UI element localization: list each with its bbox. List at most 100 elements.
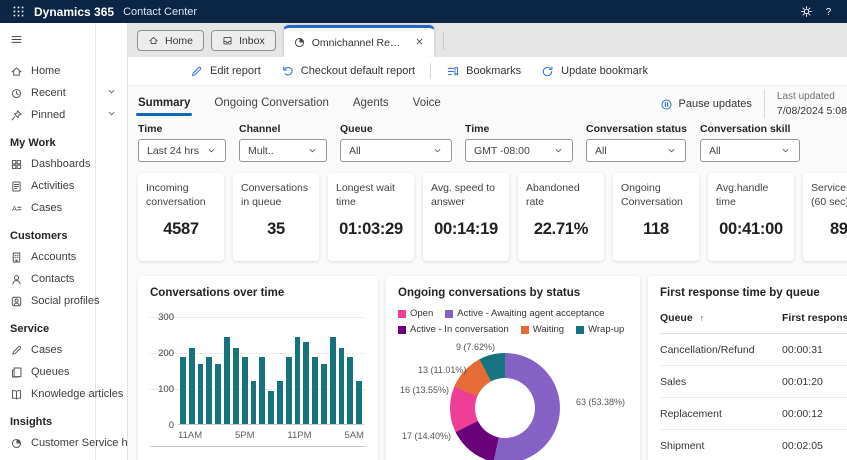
report-tabs-row: Summary Ongoing Conversation Agents Voic… bbox=[138, 86, 847, 122]
report-tabs: Summary Ongoing Conversation Agents Voic… bbox=[138, 91, 441, 118]
chevron-down-icon bbox=[307, 145, 318, 156]
sidebar-item-knowledge-articles[interactable]: Knowledge articles bbox=[10, 383, 127, 405]
bar bbox=[242, 357, 248, 424]
pause-updates-button[interactable]: Pause updates bbox=[660, 98, 752, 111]
kpi-label: Incoming conversation bbox=[146, 182, 216, 209]
kpi-value: 118 bbox=[621, 220, 691, 239]
table-row: Shipment 00:02:05 bbox=[660, 430, 847, 460]
kpi-card-conversations-in-queue: Conversations in queue 35 bbox=[233, 173, 319, 261]
sidebar-section-my-work: My Work bbox=[10, 135, 127, 151]
legend-label: Active - Awaiting agent acceptance bbox=[457, 308, 604, 319]
filter-value: GMT -08:00 bbox=[474, 145, 530, 157]
filter-dropdown-queue[interactable]: All bbox=[340, 139, 452, 162]
y-tick-label: 100 bbox=[150, 384, 174, 395]
kpi-card-avg-handle-time: Avg.handle time 00:41:00 bbox=[708, 173, 794, 261]
sidebar-item-accounts[interactable]: Accounts bbox=[10, 246, 127, 268]
bookmarks-icon bbox=[446, 65, 459, 78]
legend-swatch bbox=[576, 326, 584, 334]
filter-dropdown-conversation-status[interactable]: All bbox=[586, 139, 686, 162]
pause-updates-label: Pause updates bbox=[679, 98, 752, 110]
x-tick-label: 5PM bbox=[235, 430, 255, 441]
bars bbox=[180, 317, 362, 424]
toolbar-button-bookmarks[interactable]: Bookmarks bbox=[436, 60, 531, 82]
menu-icon bbox=[10, 33, 23, 46]
kpi-label: Conversations in queue bbox=[241, 182, 311, 209]
chevron-down-icon bbox=[780, 145, 791, 156]
sidebar-item-cases[interactable]: Cases bbox=[10, 339, 127, 361]
report-tab-summary[interactable]: Summary bbox=[138, 91, 190, 118]
svg-text:A: A bbox=[12, 203, 17, 212]
toolbar-divider bbox=[430, 63, 431, 79]
toolbar-button-update-bookmark[interactable]: Update bookmark bbox=[531, 60, 658, 82]
close-icon bbox=[414, 36, 425, 47]
toolbar-button-label: Update bookmark bbox=[561, 65, 648, 77]
x-tick-label: 11AM bbox=[178, 430, 202, 441]
sidebar-section-insights: Insights bbox=[10, 414, 127, 430]
window-tab-home[interactable]: Home bbox=[137, 30, 204, 51]
sidebar-item-dashboards[interactable]: Dashboards bbox=[10, 153, 127, 175]
bar-chart-plot: 3002001000 0100200300 11AM5PM11PM5AM bbox=[150, 317, 366, 447]
sidebar-item-customer-service-his[interactable]: Customer Service his... bbox=[10, 432, 127, 454]
sidebar-item-contacts[interactable]: Contacts bbox=[10, 268, 127, 290]
sidebar-item-queues[interactable]: Queues bbox=[10, 361, 127, 383]
filter-value: Last 24 hrs bbox=[147, 145, 199, 157]
close-icon[interactable] bbox=[414, 36, 425, 50]
table-header-first-response-time[interactable]: First response time bbox=[782, 303, 847, 334]
hamburger-menu-button[interactable] bbox=[10, 28, 127, 50]
chevron-down-icon bbox=[106, 108, 117, 119]
sidebar-item-activities[interactable]: Activities bbox=[10, 175, 127, 197]
legend-label: Open bbox=[410, 308, 433, 319]
kpi-card-ongoing-conversation: Ongoing Conversation 118 bbox=[613, 173, 699, 261]
toolbar-button-label: Checkout default report bbox=[301, 65, 415, 77]
window-tab-inbox[interactable]: Inbox bbox=[211, 30, 276, 51]
top-bar: Dynamics 365 Contact Center ? bbox=[0, 0, 847, 23]
table-row: Cancellation/Refund 00:00:31 bbox=[660, 334, 847, 366]
filter-dropdown-time[interactable]: GMT -08:00 bbox=[465, 139, 573, 162]
sidebar-item-social-profiles[interactable]: Social profiles bbox=[10, 290, 127, 312]
filter-label: Queue bbox=[340, 123, 452, 135]
sidebar-item-label: Accounts bbox=[31, 251, 76, 263]
gear-icon[interactable] bbox=[800, 5, 813, 18]
report-content: Summary Ongoing Conversation Agents Voic… bbox=[128, 86, 847, 460]
report-tab-ongoing-conversation[interactable]: Ongoing Conversation bbox=[214, 91, 328, 118]
waffle-icon[interactable] bbox=[12, 5, 25, 18]
window-tab-active[interactable]: Omnichannel Real-ti... bbox=[283, 25, 435, 57]
contacts-icon bbox=[10, 273, 23, 286]
filter-label: Channel bbox=[239, 123, 327, 135]
x-axis-line bbox=[150, 446, 366, 447]
sidebar-item-cases[interactable]: A Cases bbox=[10, 197, 127, 219]
sidebar-item-label: Cases bbox=[31, 344, 62, 356]
filter-dropdown-conversation-skill[interactable]: All bbox=[700, 139, 800, 162]
donut-chart-title: Ongoing conversations by status bbox=[398, 287, 628, 299]
kpi-label: Longest wait time bbox=[336, 182, 406, 209]
refresh-icon bbox=[541, 65, 554, 78]
window-tab-label: Omnichannel Real-ti... bbox=[312, 37, 404, 49]
window-tab-label: Home bbox=[165, 35, 193, 47]
chevron-down-icon bbox=[106, 86, 117, 97]
kpi-value: 00:14:19 bbox=[431, 220, 501, 239]
report-tab-label: Voice bbox=[413, 97, 441, 109]
kpi-card-avg-speed-to-answer: Avg. speed to answer 00:14:19 bbox=[423, 173, 509, 261]
donut-callout: 63 (53.38%) bbox=[576, 397, 625, 407]
kpi-value: 89% bbox=[811, 220, 847, 239]
filter-dropdown-time[interactable]: Last 24 hrs bbox=[138, 139, 226, 162]
filter-label: Time bbox=[138, 123, 226, 135]
brand-title: Dynamics 365 bbox=[34, 5, 114, 19]
response-time-cell: 00:00:31 bbox=[782, 334, 847, 366]
report-icon bbox=[10, 437, 23, 450]
report-tab-voice[interactable]: Voice bbox=[413, 91, 441, 118]
help-icon[interactable]: ? bbox=[822, 5, 835, 18]
sidebar-item-label: Contacts bbox=[31, 273, 74, 285]
kpi-row: Incoming conversation 4587 Conversations… bbox=[138, 173, 847, 261]
toolbar-button-checkout-default-report[interactable]: Checkout default report bbox=[271, 60, 425, 82]
kpi-value: 35 bbox=[241, 220, 311, 239]
sidebar-item-recent[interactable]: Recent bbox=[10, 82, 127, 104]
sidebar-item-pinned[interactable]: Pinned bbox=[10, 104, 127, 126]
report-tab-agents[interactable]: Agents bbox=[353, 91, 389, 118]
toolbar-button-edit-report[interactable]: Edit report bbox=[180, 60, 271, 82]
table-header-queue[interactable]: Queue ↑ bbox=[660, 303, 782, 334]
sidebar: Home Recent Pinned My Work Dashboards Ac… bbox=[0, 23, 128, 460]
filter-value: All bbox=[595, 145, 607, 157]
filter-dropdown-channel[interactable]: Mult.. bbox=[239, 139, 327, 162]
sidebar-item-home[interactable]: Home bbox=[10, 60, 127, 82]
